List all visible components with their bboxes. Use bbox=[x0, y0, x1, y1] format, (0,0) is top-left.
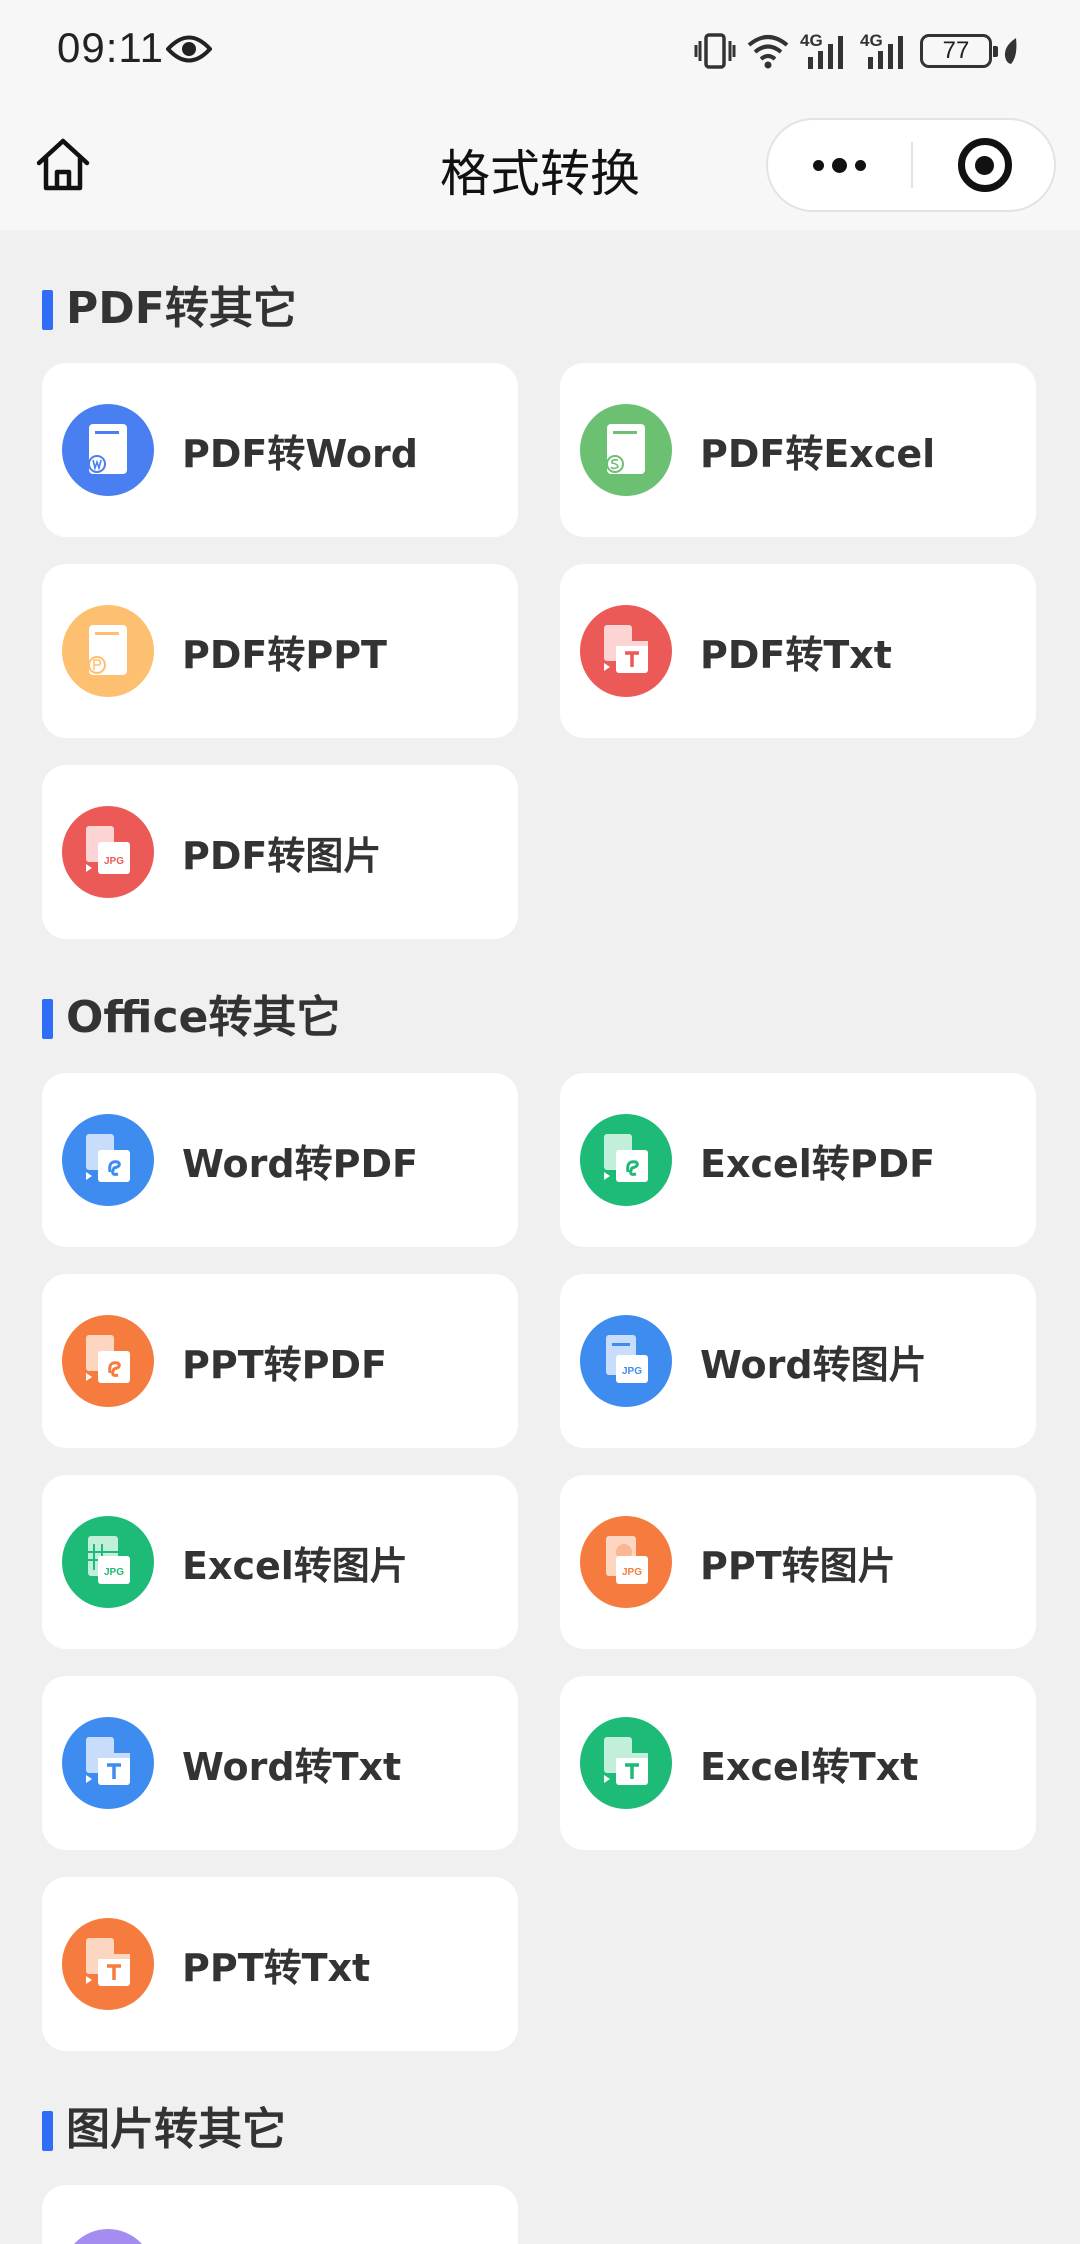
section-title-pdf: PDF转其它 bbox=[42, 284, 297, 334]
miniprogram-capsule bbox=[766, 118, 1056, 212]
card-label: PDF转图片 bbox=[182, 833, 382, 878]
ppt-to-pdf-icon bbox=[62, 1315, 154, 1407]
vibrate-icon bbox=[694, 33, 736, 69]
image-convert-icon bbox=[62, 2229, 154, 2244]
battery-indicator: 77 bbox=[920, 34, 998, 68]
card-label: Word转图片 bbox=[700, 1342, 927, 1387]
wifi-icon bbox=[747, 35, 789, 69]
more-dot bbox=[855, 159, 866, 171]
card-word-to-txt[interactable]: Word转Txt bbox=[42, 1676, 518, 1850]
close-button[interactable] bbox=[913, 120, 1056, 210]
signal-2: 4G bbox=[860, 31, 910, 71]
word-to-image-icon: JPG bbox=[580, 1315, 672, 1407]
excel-to-image-icon: JPG bbox=[62, 1516, 154, 1608]
svg-text:JPG: JPG bbox=[104, 1567, 124, 1578]
excel-to-txt-icon bbox=[580, 1717, 672, 1809]
pdf-to-txt-icon bbox=[580, 605, 672, 697]
svg-text:JPG: JPG bbox=[104, 856, 124, 867]
card-ppt-to-txt[interactable]: PPT转Txt bbox=[42, 1877, 518, 2051]
eye-icon bbox=[166, 35, 212, 63]
home-icon[interactable] bbox=[34, 136, 92, 194]
more-dot bbox=[832, 157, 847, 173]
card-ppt-to-image[interactable]: JPG PPT转图片 bbox=[560, 1475, 1036, 1649]
status-icons: 4G 4G 77 bbox=[694, 28, 1020, 74]
card-excel-to-image[interactable]: JPG Excel转图片 bbox=[42, 1475, 518, 1649]
section-title-office: Office转其它 bbox=[42, 993, 340, 1043]
card-excel-to-pdf[interactable]: Excel转PDF bbox=[560, 1073, 1036, 1247]
card-ppt-to-pdf[interactable]: PPT转PDF bbox=[42, 1274, 518, 1448]
card-label: PPT转图片 bbox=[700, 1543, 896, 1588]
card-label: PDF转Word bbox=[182, 431, 418, 476]
card-label: PDF转Txt bbox=[700, 632, 892, 677]
card-pdf-to-excel[interactable]: PDF转Excel bbox=[560, 363, 1036, 537]
nav-bar: 格式转换 bbox=[0, 100, 1080, 230]
card-image-convert[interactable] bbox=[42, 2185, 518, 2244]
leaf-icon bbox=[1004, 38, 1017, 64]
signal-bars-icon bbox=[808, 36, 843, 69]
card-word-to-pdf[interactable]: Word转PDF bbox=[42, 1073, 518, 1247]
ppt-to-txt-icon bbox=[62, 1918, 154, 2010]
pdf-to-image-icon: JPG bbox=[62, 806, 154, 898]
excel-to-pdf-icon bbox=[580, 1114, 672, 1206]
card-pdf-to-word[interactable]: PDF转Word bbox=[42, 363, 518, 537]
status-time: 09:11 bbox=[57, 24, 164, 71]
section-title-image: 图片转其它 bbox=[42, 2105, 286, 2155]
status-bar: 09:11 4G 4G 77 bbox=[0, 0, 1080, 100]
card-pdf-to-ppt[interactable]: PDF转PPT bbox=[42, 564, 518, 738]
more-dot bbox=[813, 159, 824, 171]
target-icon bbox=[957, 138, 1012, 192]
card-pdf-to-image[interactable]: JPG PDF转图片 bbox=[42, 765, 518, 939]
word-to-txt-icon bbox=[62, 1717, 154, 1809]
svg-text:JPG: JPG bbox=[622, 1366, 642, 1377]
card-word-to-image[interactable]: JPG Word转图片 bbox=[560, 1274, 1036, 1448]
card-pdf-to-txt[interactable]: PDF转Txt bbox=[560, 564, 1036, 738]
card-label: PDF转PPT bbox=[182, 632, 387, 677]
pdf-to-ppt-icon bbox=[62, 605, 154, 697]
card-label: PDF转Excel bbox=[700, 431, 936, 476]
pdf-to-excel-icon bbox=[580, 404, 672, 496]
pdf-to-word-icon bbox=[62, 404, 154, 496]
card-label: Word转PDF bbox=[182, 1141, 418, 1186]
card-label: PPT转Txt bbox=[182, 1945, 371, 1990]
svg-text:JPG: JPG bbox=[622, 1567, 642, 1578]
card-label: Excel转图片 bbox=[182, 1543, 408, 1588]
ppt-to-image-icon: JPG bbox=[580, 1516, 672, 1608]
card-label: Excel转PDF bbox=[700, 1141, 936, 1186]
card-label: PPT转PDF bbox=[182, 1342, 387, 1387]
signal-bars-icon bbox=[868, 36, 903, 69]
more-button[interactable] bbox=[768, 120, 911, 210]
card-label: Excel转Txt bbox=[700, 1744, 919, 1789]
word-to-pdf-icon bbox=[62, 1114, 154, 1206]
signal-1: 4G bbox=[800, 31, 850, 71]
card-label: Word转Txt bbox=[182, 1744, 402, 1789]
card-excel-to-txt[interactable]: Excel转Txt bbox=[560, 1676, 1036, 1850]
